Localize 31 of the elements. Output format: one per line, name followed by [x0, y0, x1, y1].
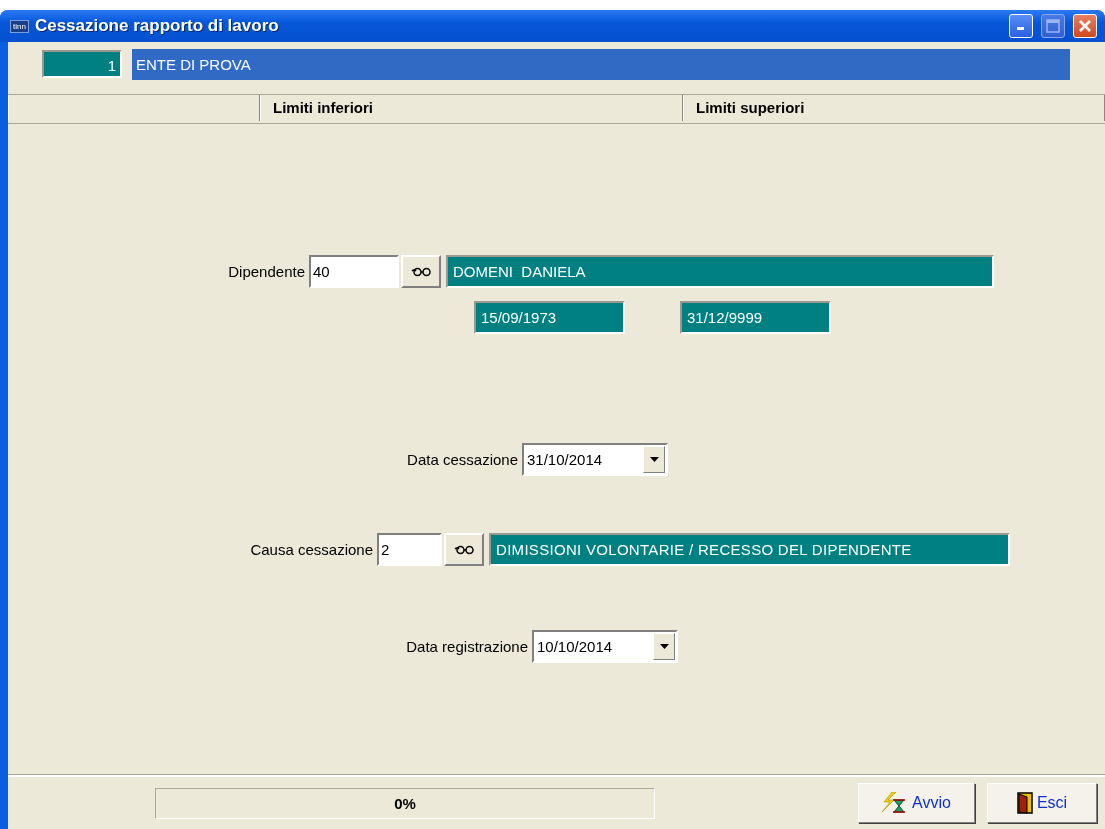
- glasses-icon: [453, 543, 475, 555]
- maximize-icon: [1046, 19, 1060, 33]
- employee-name-field: DOMENI DANIELA: [446, 254, 994, 288]
- entity-name-bar: ENTE DI PROVA: [132, 48, 1070, 80]
- close-icon: [1078, 19, 1092, 33]
- lookup-button[interactable]: [444, 532, 484, 566]
- date-from-field: 15/09/1973: [474, 300, 625, 334]
- glasses-icon: [410, 265, 432, 277]
- app-badge: tinn: [10, 19, 29, 33]
- maximize-button[interactable]: [1041, 14, 1065, 38]
- door-icon: [1016, 792, 1033, 814]
- close-button[interactable]: [1073, 14, 1097, 38]
- entity-code-field: 1: [42, 50, 122, 78]
- lookup-button[interactable]: [401, 254, 441, 288]
- column-header: Limiti superiori: [683, 95, 1105, 121]
- minimize-button[interactable]: [1009, 14, 1033, 38]
- employee-label: Dipendente: [227, 262, 306, 280]
- exit-button[interactable]: Esci: [987, 783, 1097, 823]
- reason-code-field[interactable]: 2: [377, 532, 442, 566]
- window-title: Cessazione rapporto di lavoro: [34, 16, 279, 36]
- registration-date-label: Data registrazione: [405, 637, 529, 655]
- registration-date-picker[interactable]: 10/10/2014: [532, 629, 678, 663]
- termination-date-label: Data cessazione: [406, 450, 519, 468]
- date-to-field: 31/12/9999: [680, 300, 831, 334]
- progress-reading: 0%: [394, 794, 416, 812]
- termination-reason-label: Causa cessazione: [249, 540, 374, 558]
- employee-code-field[interactable]: 40: [309, 254, 399, 288]
- column-header: Limiti inferiori: [260, 95, 683, 121]
- reason-description-field: DIMISSIONI VOLONTARIE / RECESSO DEL DIPENDENTE: [489, 532, 1010, 566]
- start-button[interactable]: Avvio: [858, 783, 975, 823]
- termination-date-picker[interactable]: 31/10/2014: [522, 442, 668, 476]
